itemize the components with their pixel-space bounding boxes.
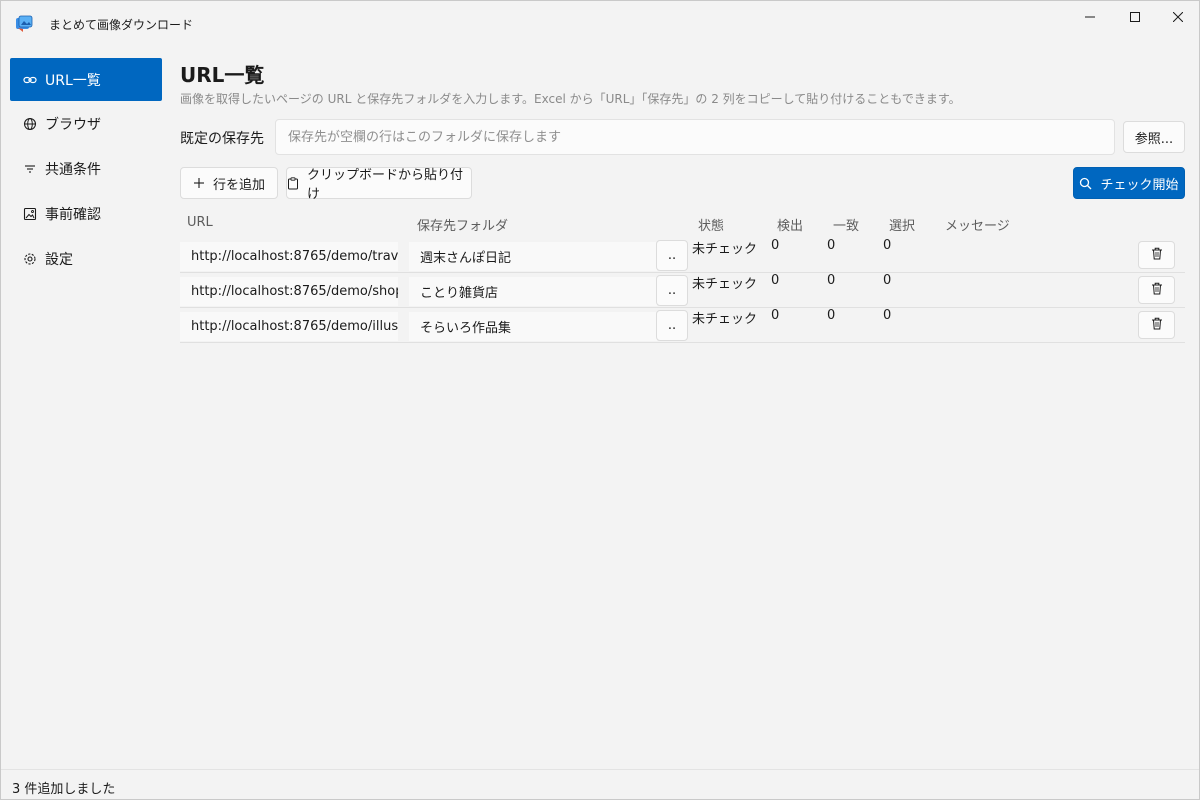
detected-cell: 0 bbox=[771, 308, 780, 323]
url-cell[interactable] bbox=[180, 242, 398, 271]
gear-icon bbox=[23, 252, 37, 266]
paste-label: クリップボードから貼り付け bbox=[307, 168, 464, 202]
sidebar-item-common-conditions[interactable]: 共通条件 bbox=[10, 147, 162, 190]
column-header-selected[interactable]: 選択 bbox=[889, 215, 915, 234]
start-check-button[interactable]: チェック開始 bbox=[1073, 167, 1185, 199]
column-header-detected[interactable]: 検出 bbox=[777, 215, 803, 234]
default-folder-input[interactable] bbox=[275, 119, 1115, 155]
close-icon bbox=[1173, 12, 1183, 22]
folder-cell[interactable] bbox=[409, 242, 657, 271]
link-icon bbox=[23, 73, 37, 87]
start-check-label: チェック開始 bbox=[1100, 177, 1179, 193]
close-button[interactable] bbox=[1155, 1, 1200, 33]
status-cell: 未チェック bbox=[692, 277, 758, 292]
sidebar-item-preview[interactable]: 事前確認 bbox=[10, 192, 162, 235]
url-cell[interactable] bbox=[180, 312, 398, 341]
selected-cell: 0 bbox=[883, 273, 892, 288]
app-icon bbox=[15, 15, 33, 33]
page-description: 画像を取得したいページの URL と保存先フォルダを入力します。Excel から… bbox=[180, 92, 961, 106]
delete-row-button[interactable] bbox=[1138, 241, 1175, 269]
selected-cell: 0 bbox=[883, 308, 892, 323]
column-header-status[interactable]: 状態 bbox=[698, 215, 724, 234]
folder-browse-button[interactable]: .. bbox=[656, 240, 688, 271]
matched-cell: 0 bbox=[827, 308, 836, 323]
sidebar-item-label: 設定 bbox=[45, 251, 73, 268]
minimize-icon bbox=[1085, 16, 1095, 18]
table-row: .. 未チェック 0 0 0 bbox=[180, 238, 1185, 273]
search-icon bbox=[1079, 177, 1092, 190]
title-bar: まとめて画像ダウンロード bbox=[1, 1, 1199, 47]
trash-icon bbox=[1151, 282, 1163, 299]
minimize-button[interactable] bbox=[1067, 1, 1113, 33]
delete-row-button[interactable] bbox=[1138, 276, 1175, 304]
sidebar-item-label: 事前確認 bbox=[45, 206, 101, 223]
detected-cell: 0 bbox=[771, 238, 780, 253]
maximize-button[interactable] bbox=[1112, 1, 1158, 33]
sidebar-item-label: URL一覧 bbox=[45, 72, 101, 89]
matched-cell: 0 bbox=[827, 238, 836, 253]
column-header-url[interactable]: URL bbox=[187, 215, 213, 230]
maximize-icon bbox=[1130, 12, 1140, 22]
status-cell: 未チェック bbox=[692, 312, 758, 327]
clipboard-icon bbox=[287, 176, 299, 190]
table-row: .. 未チェック 0 0 0 bbox=[180, 273, 1185, 308]
app-window: まとめて画像ダウンロード URL一覧 ブラウザ 共通条件 事前確認 設定 URL… bbox=[0, 0, 1200, 800]
plus-icon bbox=[193, 177, 205, 189]
globe-icon bbox=[23, 117, 37, 131]
matched-cell: 0 bbox=[827, 273, 836, 288]
browse-button[interactable]: 参照... bbox=[1123, 121, 1185, 153]
folder-cell[interactable] bbox=[409, 277, 657, 306]
add-row-label: 行を追加 bbox=[212, 177, 265, 193]
image-icon bbox=[23, 207, 37, 221]
selected-cell: 0 bbox=[883, 238, 892, 253]
column-header-message[interactable]: メッセージ bbox=[945, 215, 1010, 234]
column-header-folder[interactable]: 保存先フォルダ bbox=[417, 215, 508, 234]
folder-browse-button[interactable]: .. bbox=[656, 310, 688, 341]
trash-icon bbox=[1151, 317, 1163, 334]
sidebar-item-settings[interactable]: 設定 bbox=[10, 237, 162, 280]
folder-cell[interactable] bbox=[409, 312, 657, 341]
browse-button-label: 参照... bbox=[1134, 131, 1174, 147]
add-row-button[interactable]: 行を追加 bbox=[180, 167, 278, 199]
status-cell: 未チェック bbox=[692, 242, 758, 257]
url-cell[interactable] bbox=[180, 277, 398, 306]
delete-row-button[interactable] bbox=[1138, 311, 1175, 339]
status-text: 3 件追加しました bbox=[12, 782, 116, 797]
sidebar-item-label: 共通条件 bbox=[45, 161, 101, 178]
table-row: .. 未チェック 0 0 0 bbox=[180, 308, 1185, 343]
folder-browse-button[interactable]: .. bbox=[656, 275, 688, 306]
sidebar-item-url-list[interactable]: URL一覧 bbox=[10, 58, 162, 101]
filter-icon bbox=[23, 162, 37, 176]
app-title: まとめて画像ダウンロード bbox=[49, 18, 194, 32]
sidebar-item-label: ブラウザ bbox=[45, 116, 101, 133]
paste-from-clipboard-button[interactable]: クリップボードから貼り付け bbox=[286, 167, 472, 202]
page-title: URL一覧 bbox=[180, 63, 265, 87]
default-folder-label: 既定の保存先 bbox=[180, 131, 264, 147]
status-bar: 3 件追加しました bbox=[1, 769, 1199, 799]
detected-cell: 0 bbox=[771, 273, 780, 288]
sidebar-item-browser[interactable]: ブラウザ bbox=[10, 102, 162, 145]
column-header-matched[interactable]: 一致 bbox=[833, 215, 859, 234]
trash-icon bbox=[1151, 247, 1163, 264]
